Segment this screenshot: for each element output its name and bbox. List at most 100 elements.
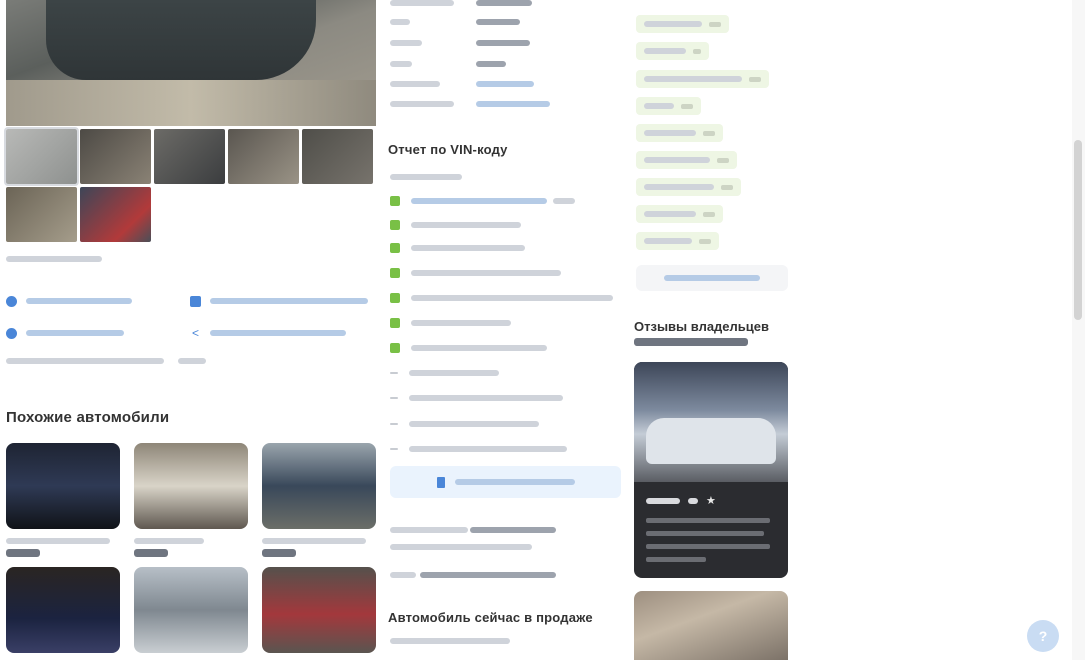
listing-page: < Похожие автомобили Отчет по VIN-коду А… [0,0,1085,660]
market-heading: Автомобиль сейчас в продаже [388,610,593,625]
photo-thumbnail[interactable] [154,129,225,184]
check-ok-icon [390,293,400,303]
car-title [134,538,204,544]
owner-review-card[interactable]: ★ [634,362,788,578]
spec-row [390,99,550,109]
vin-report-subtitle [390,174,462,180]
photo-count-note [6,256,102,262]
spec-link[interactable] [476,101,550,107]
show-full-report-button[interactable] [390,466,621,498]
spec-value [476,61,506,67]
spec-key [390,40,422,46]
check-unavailable-icon [390,423,398,425]
check-unavailable-icon [390,397,398,399]
spec-row [390,17,520,27]
spec-value [476,19,520,25]
spec-key [390,19,410,25]
car-title [262,538,366,544]
review-car-photo [634,362,788,482]
main-photo[interactable] [6,0,376,126]
review-tag[interactable] [636,42,709,60]
vin-check-item [390,443,567,455]
review-tag[interactable] [636,70,769,88]
owner-reviews-heading: Отзывы владельцев [634,319,770,334]
compare-action[interactable] [190,293,368,309]
spec-key [390,101,454,107]
review-tag[interactable] [636,124,723,142]
similar-car-card[interactable] [6,443,120,557]
check-ok-icon [390,243,400,253]
compare-icon [190,295,201,307]
owner-review-card[interactable] [634,591,788,660]
share-icon: < [191,325,199,340]
review-tag[interactable] [636,178,741,196]
report-ad-action[interactable] [6,325,124,341]
help-button[interactable]: ? [1027,620,1059,652]
vin-report-heading: Отчет по VIN-коду [388,142,508,157]
help-icon: ? [1038,628,1048,644]
ad-meta [6,358,206,364]
car-photo [6,443,120,529]
car-price [134,549,168,557]
review-tag[interactable] [636,151,737,169]
similar-car-card[interactable] [6,567,120,653]
vin-check-item [390,267,561,279]
car-photo [262,567,376,653]
similar-car-card[interactable] [134,567,248,653]
vin-check-item [390,219,521,231]
report-value [420,572,556,578]
spec-key [390,81,440,87]
photo-thumbnails [4,127,376,245]
document-icon [436,476,445,488]
spec-value [476,40,530,46]
car-photo [134,567,248,653]
check-ok-icon [390,318,400,328]
similar-car-card[interactable] [262,443,376,557]
similar-cars-grid [6,443,376,653]
review-tag[interactable] [636,232,719,250]
vin-check-item [390,392,563,404]
similar-car-card[interactable] [134,443,248,557]
photo-thumbnail[interactable] [80,187,151,242]
review-tag[interactable] [636,205,723,223]
review-tag[interactable] [636,97,701,115]
scrollbar-thumb[interactable] [1074,140,1082,320]
car-photo [134,443,248,529]
spec-link[interactable] [476,81,534,87]
share-action[interactable]: < [190,325,346,341]
vin-check-item [390,292,613,304]
review-model [646,497,680,504]
photo-thumbnail[interactable] [80,129,151,184]
owner-reviews-model [634,338,748,346]
add-to-favorites-action[interactable] [6,293,132,309]
all-review-tags-button[interactable] [636,265,788,291]
spec-key [390,0,454,6]
favorite-icon [6,295,17,307]
spec-row [390,38,530,48]
similar-car-card[interactable] [262,567,376,653]
check-unavailable-icon [390,448,398,450]
photo-thumbnail[interactable] [4,127,79,186]
similar-cars-heading: Похожие автомобили [6,409,170,426]
photo-thumbnail[interactable] [6,187,77,242]
photo-thumbnail[interactable] [302,129,373,184]
car-price [262,549,296,557]
photo-thumbnail[interactable] [228,129,299,184]
spec-key [390,61,412,67]
check-ok-icon [390,220,400,230]
car-title [6,538,110,544]
vin-check-item [390,342,547,354]
report-note-value [470,527,556,533]
scrollbar[interactable] [1072,0,1085,660]
report-note [390,527,468,533]
spec-row [390,0,532,8]
car-photo [6,567,120,653]
check-unavailable-icon [390,372,398,374]
report-note-line [390,544,532,550]
review-tag[interactable] [636,15,729,33]
check-ok-icon [390,268,400,278]
spec-row [390,59,506,69]
check-ok-icon [390,343,400,353]
vin-check-item [390,418,539,430]
spec-row [390,79,534,89]
